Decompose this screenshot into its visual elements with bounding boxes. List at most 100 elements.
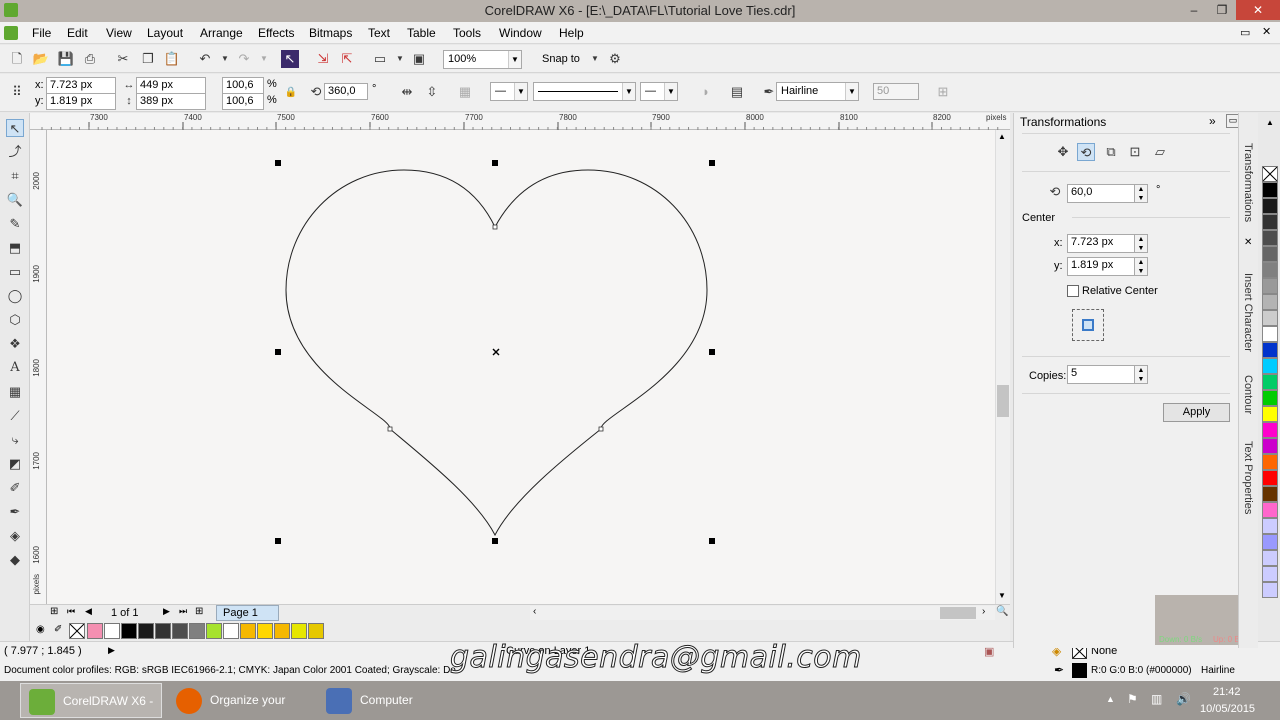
publish-dropdown-icon[interactable]: ▼ bbox=[391, 50, 409, 68]
position-mode-icon[interactable]: ✥ bbox=[1054, 143, 1072, 161]
menu-table[interactable]: Table bbox=[407, 26, 436, 40]
menu-bitmaps[interactable]: Bitmaps bbox=[309, 26, 352, 40]
color-swatch[interactable] bbox=[1262, 246, 1278, 262]
undo-dropdown-icon[interactable]: ▼ bbox=[216, 50, 234, 68]
rotation-angle-field[interactable]: 60,0 bbox=[1067, 184, 1135, 203]
horizontal-scrollbar[interactable]: ‹ › bbox=[530, 606, 995, 620]
color-swatch[interactable] bbox=[1262, 294, 1278, 310]
drawing-canvas[interactable] bbox=[47, 130, 995, 605]
end-arrowhead-select[interactable]: — ▼ bbox=[640, 82, 678, 101]
snap-to-button[interactable]: Snap to bbox=[542, 53, 580, 65]
save-icon[interactable]: 💾 bbox=[57, 50, 75, 68]
miter-limit-field[interactable]: 50 bbox=[873, 83, 919, 100]
color-swatch[interactable] bbox=[1262, 358, 1278, 374]
snap-dropdown-icon[interactable]: ▼ bbox=[586, 50, 604, 68]
no-color-swatch[interactable] bbox=[69, 623, 85, 639]
copies-field[interactable]: 5 bbox=[1067, 365, 1135, 384]
close-button[interactable]: ✕ bbox=[1236, 0, 1280, 20]
menu-help[interactable]: Help bbox=[559, 26, 584, 40]
color-swatch[interactable] bbox=[1262, 470, 1278, 486]
anchor-point-selector[interactable] bbox=[1072, 309, 1104, 341]
tab-contour[interactable]: Contour bbox=[1242, 375, 1254, 414]
color-management-icon[interactable]: ▣ bbox=[984, 645, 994, 658]
color-swatch[interactable] bbox=[1262, 534, 1278, 550]
no-color-swatch[interactable] bbox=[1262, 166, 1278, 182]
eyedropper-icon[interactable]: ✐ bbox=[54, 624, 62, 635]
color-swatch[interactable] bbox=[1262, 390, 1278, 406]
close-doc-icon[interactable]: ✕ bbox=[1262, 25, 1271, 38]
basic-shapes-tool-icon[interactable]: ❖ bbox=[6, 335, 24, 353]
color-swatch[interactable] bbox=[308, 623, 324, 639]
color-swatch[interactable] bbox=[206, 623, 222, 639]
last-page-icon[interactable]: ⏭ bbox=[179, 606, 187, 617]
start-arrowhead-select[interactable]: — ▼ bbox=[490, 82, 528, 101]
color-swatch[interactable] bbox=[1262, 422, 1278, 438]
relative-center-checkbox[interactable] bbox=[1067, 285, 1079, 297]
zoom-navigator-icon[interactable]: 🔍 bbox=[996, 606, 1008, 617]
x-position-field[interactable]: 7.723 px bbox=[46, 77, 116, 94]
center-y-stepper[interactable]: ▲ ▼ bbox=[1134, 257, 1148, 276]
blend-tool-icon[interactable]: ◩ bbox=[6, 455, 24, 473]
color-swatch[interactable] bbox=[155, 623, 171, 639]
close-tab-icon[interactable]: ✕ bbox=[1244, 237, 1252, 248]
prev-page-icon[interactable]: ◀ bbox=[85, 606, 92, 617]
crop-tool-icon[interactable]: ⌗ bbox=[6, 167, 24, 185]
center-y-field[interactable]: 1.819 px bbox=[1067, 257, 1135, 276]
menu-window[interactable]: Window bbox=[499, 26, 542, 40]
tab-insert-character[interactable]: Insert Character bbox=[1242, 273, 1254, 352]
center-x-stepper[interactable]: ▲ ▼ bbox=[1134, 234, 1148, 253]
menu-text[interactable]: Text bbox=[368, 26, 390, 40]
outline-width-select[interactable]: Hairline ▼ bbox=[776, 82, 859, 101]
color-swatch[interactable] bbox=[257, 623, 273, 639]
mirror-vertical-icon[interactable]: ⇳ bbox=[423, 83, 441, 101]
add-page-before-icon[interactable]: ⊞ bbox=[50, 606, 58, 617]
close-curve-icon[interactable]: ◗ bbox=[697, 83, 715, 101]
lock-ratio-icon[interactable]: 🔒 bbox=[282, 84, 300, 102]
menu-arrange[interactable]: Arrange bbox=[200, 26, 243, 40]
color-swatch[interactable] bbox=[1262, 518, 1278, 534]
ellipse-tool-icon[interactable]: ◯ bbox=[6, 287, 24, 305]
paste-icon[interactable]: 📋 bbox=[163, 50, 181, 68]
menu-edit[interactable]: Edit bbox=[67, 26, 88, 40]
copy-icon[interactable]: ❐ bbox=[139, 50, 157, 68]
size-mode-icon[interactable]: ⊡ bbox=[1126, 143, 1144, 161]
color-swatch[interactable] bbox=[189, 623, 205, 639]
network-icon[interactable]: ▥ bbox=[1151, 692, 1162, 706]
color-swatch[interactable] bbox=[1262, 230, 1278, 246]
color-swatch[interactable] bbox=[1262, 502, 1278, 518]
undo-icon[interactable]: ↶ bbox=[196, 50, 214, 68]
color-swatch[interactable] bbox=[223, 623, 239, 639]
color-swatch[interactable] bbox=[1262, 326, 1278, 342]
tab-text-properties[interactable]: Text Properties bbox=[1242, 441, 1254, 514]
table-tool-icon[interactable]: ▦ bbox=[6, 383, 24, 401]
menu-tools[interactable]: Tools bbox=[453, 26, 481, 40]
palette-menu-icon[interactable]: ◉ bbox=[36, 624, 45, 635]
tray-arrow-icon[interactable]: ▲ bbox=[1106, 694, 1115, 704]
scroll-up-icon[interactable]: ▲ bbox=[998, 132, 1006, 141]
vertical-scroll-thumb[interactable] bbox=[997, 385, 1009, 417]
import-icon[interactable]: ⇲ bbox=[314, 50, 332, 68]
combine-icon[interactable]: ▦ bbox=[456, 83, 474, 101]
volume-icon[interactable]: 🔊 bbox=[1176, 692, 1191, 706]
search-content-icon[interactable]: ↖ bbox=[281, 50, 299, 68]
color-swatch[interactable] bbox=[1262, 182, 1278, 198]
height-field[interactable]: 389 px bbox=[136, 93, 206, 110]
zoom-level-select[interactable]: 100% ▼ bbox=[443, 50, 522, 69]
rotation-field[interactable]: 360,0 bbox=[324, 83, 368, 100]
dimension-tool-icon[interactable]: ⟋ bbox=[6, 407, 24, 425]
redo-dropdown-icon[interactable]: ▼ bbox=[255, 50, 273, 68]
publish-pdf-icon[interactable]: ▭ bbox=[371, 50, 389, 68]
color-swatch[interactable] bbox=[1262, 550, 1278, 566]
rotate-mode-icon[interactable]: ⟲ bbox=[1077, 143, 1095, 161]
fill-tool-icon[interactable]: ◈ bbox=[6, 527, 24, 545]
print-icon[interactable]: ⎙ bbox=[81, 50, 99, 68]
taskbar-item-firefox[interactable]: Organize your ph... bbox=[168, 683, 312, 718]
menu-view[interactable]: View bbox=[106, 26, 132, 40]
connector-tool-icon[interactable]: ⤷ bbox=[6, 431, 24, 449]
fullscreen-preview-icon[interactable]: ▣ bbox=[410, 50, 428, 68]
color-swatch[interactable] bbox=[1262, 582, 1278, 598]
horizontal-ruler[interactable]: 7300 7400 7500 7600 7700 7800 7900 8000 … bbox=[30, 113, 1010, 130]
palette-scroll-up-icon[interactable]: ▲ bbox=[1266, 118, 1274, 127]
color-swatch[interactable] bbox=[104, 623, 120, 639]
color-swatch[interactable] bbox=[1262, 310, 1278, 326]
